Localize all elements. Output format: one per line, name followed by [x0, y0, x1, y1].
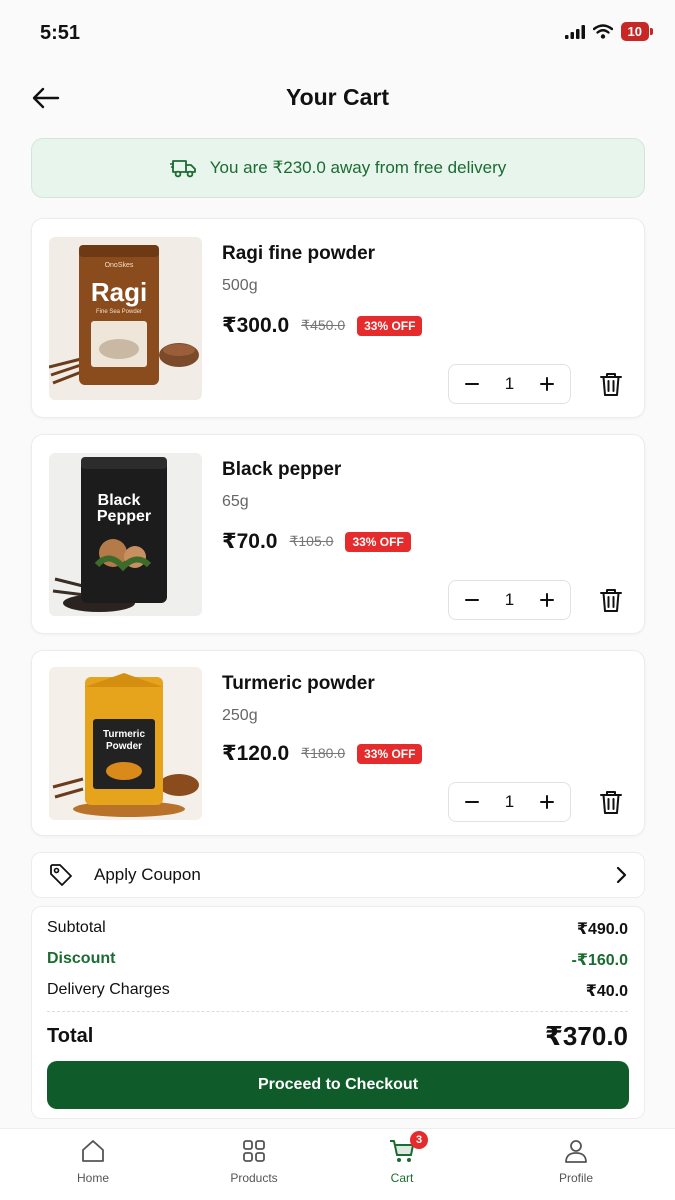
cart-item: Turmeric Powder Turmeric powder 250g ₹12… — [31, 650, 645, 836]
decrease-quantity-button[interactable] — [461, 791, 483, 813]
item-name: Ragi fine powder — [222, 243, 376, 264]
svg-text:Powder: Powder — [106, 741, 142, 752]
quantity-value: 1 — [504, 374, 515, 393]
item-price: ₹300.0 — [222, 314, 290, 337]
increase-quantity-button[interactable] — [536, 373, 558, 395]
trash-icon — [600, 589, 622, 612]
quantity-stepper: 1 — [448, 364, 571, 404]
delete-item-button[interactable] — [596, 585, 626, 615]
svg-text:Pepper: Pepper — [97, 508, 151, 525]
cart-icon-wrap: 3 — [388, 1131, 428, 1165]
product-image-turmeric[interactable]: Turmeric Powder — [49, 667, 202, 820]
item-price: ₹120.0 — [222, 742, 290, 765]
quantity-value: 1 — [504, 792, 515, 811]
item-mrp: ₹180.0 — [301, 745, 346, 761]
header: Your Cart — [0, 72, 675, 124]
item-mrp: ₹450.0 — [301, 317, 346, 333]
price-row: ₹70.0 ₹105.0 33% OFF — [222, 529, 411, 554]
minus-icon — [465, 383, 479, 385]
total-value: ₹370.0 — [544, 1021, 628, 1051]
discount-label: Discount — [47, 950, 116, 967]
proceed-to-checkout-button[interactable]: Proceed to Checkout — [47, 1061, 629, 1109]
delivery-charges-label: Delivery Charges — [47, 981, 170, 998]
nav-home[interactable]: Home — [38, 1137, 148, 1185]
discount-badge: 33% OFF — [357, 315, 423, 336]
decrease-quantity-button[interactable] — [461, 373, 483, 395]
total-label: Total — [47, 1025, 94, 1047]
free-delivery-text: You are ₹230.0 away from free delivery — [209, 158, 507, 177]
subtotal-row: Subtotal ₹490.0 — [47, 919, 628, 939]
delivery-charges-row: Delivery Charges ₹40.0 — [47, 981, 628, 1001]
tag-icon — [50, 864, 72, 886]
summary-divider — [47, 1011, 628, 1012]
cart-count-badge: 3 — [410, 1131, 428, 1149]
item-weight: 500g — [222, 277, 258, 294]
svg-text:Turmeric: Turmeric — [103, 729, 145, 740]
minus-icon — [465, 599, 479, 601]
svg-text:Ragi: Ragi — [91, 277, 147, 307]
home-icon — [82, 1140, 104, 1162]
order-summary: Subtotal ₹490.0 Discount -₹160.0 Deliver… — [31, 906, 645, 1119]
item-name: Turmeric powder — [222, 673, 375, 694]
nav-products-label: Products — [230, 1171, 278, 1185]
svg-text:Black: Black — [98, 492, 141, 509]
total-row: Total ₹370.0 — [47, 1021, 628, 1052]
delivery-charges-value: ₹40.0 — [585, 983, 628, 1000]
quantity-value: 1 — [504, 590, 515, 609]
plus-icon — [540, 377, 554, 391]
item-mrp: ₹105.0 — [289, 533, 334, 549]
bottom-nav: Home Products 3 Cart Profile — [0, 1128, 675, 1200]
status-time: 5:51 — [40, 22, 81, 44]
free-delivery-banner: You are ₹230.0 away from free delivery — [31, 138, 645, 198]
status-bar: 5:51 10 — [0, 0, 675, 64]
item-price: ₹70.0 — [222, 530, 278, 553]
quantity-stepper: 1 — [448, 782, 571, 822]
nav-profile-label: Profile — [558, 1171, 593, 1185]
discount-badge: 33% OFF — [345, 531, 411, 552]
product-image-black-pepper[interactable]: Black Pepper — [49, 453, 202, 616]
nav-home-label: Home — [76, 1171, 109, 1185]
svg-text:OnoSkes: OnoSkes — [105, 262, 134, 269]
apply-coupon-button[interactable]: Apply Coupon — [31, 852, 645, 898]
subtotal-label: Subtotal — [47, 919, 106, 936]
grid-icon — [243, 1140, 265, 1162]
item-weight: 250g — [222, 707, 258, 724]
apply-coupon-label: Apply Coupon — [94, 865, 201, 884]
plus-icon — [540, 593, 554, 607]
nav-cart[interactable]: 3 Cart — [347, 1131, 457, 1185]
cart-item: OnoSkes Ragi Fine Sea Powder Ragi fine p… — [31, 218, 645, 418]
product-image-ragi[interactable]: OnoSkes Ragi Fine Sea Powder — [49, 237, 202, 400]
discount-badge: 33% OFF — [357, 743, 423, 764]
nav-profile[interactable]: Profile — [521, 1137, 631, 1185]
item-weight: 65g — [222, 493, 249, 510]
price-row: ₹120.0 ₹180.0 33% OFF — [222, 741, 423, 766]
signal-icon — [564, 24, 585, 39]
discount-row: Discount -₹160.0 — [47, 950, 628, 970]
cart-item: Black Pepper Black pepper 65g ₹70.0 ₹105… — [31, 434, 645, 634]
minus-icon — [465, 801, 479, 803]
price-row: ₹300.0 ₹450.0 33% OFF — [222, 313, 423, 338]
trash-icon — [600, 373, 622, 396]
nav-cart-label: Cart — [390, 1171, 414, 1185]
battery-icon: 10 — [620, 22, 654, 41]
quantity-stepper: 1 — [448, 580, 571, 620]
nav-products[interactable]: Products — [199, 1137, 309, 1185]
chevron-right-icon — [616, 866, 627, 884]
delete-item-button[interactable] — [596, 787, 626, 817]
delete-item-button[interactable] — [596, 369, 626, 399]
increase-quantity-button[interactable] — [536, 589, 558, 611]
subtotal-value: ₹490.0 — [576, 921, 628, 938]
decrease-quantity-button[interactable] — [461, 589, 483, 611]
person-icon — [565, 1140, 587, 1163]
page-title: Your Cart — [285, 84, 390, 110]
svg-text:Fine Sea Powder: Fine Sea Powder — [96, 309, 142, 315]
discount-value: -₹160.0 — [571, 952, 629, 969]
truck-icon — [169, 160, 196, 178]
trash-icon — [600, 791, 622, 814]
wifi-icon — [592, 24, 613, 39]
item-name: Black pepper — [222, 459, 342, 480]
status-icons: 10 — [564, 22, 654, 41]
increase-quantity-button[interactable] — [536, 791, 558, 813]
plus-icon — [540, 795, 554, 809]
